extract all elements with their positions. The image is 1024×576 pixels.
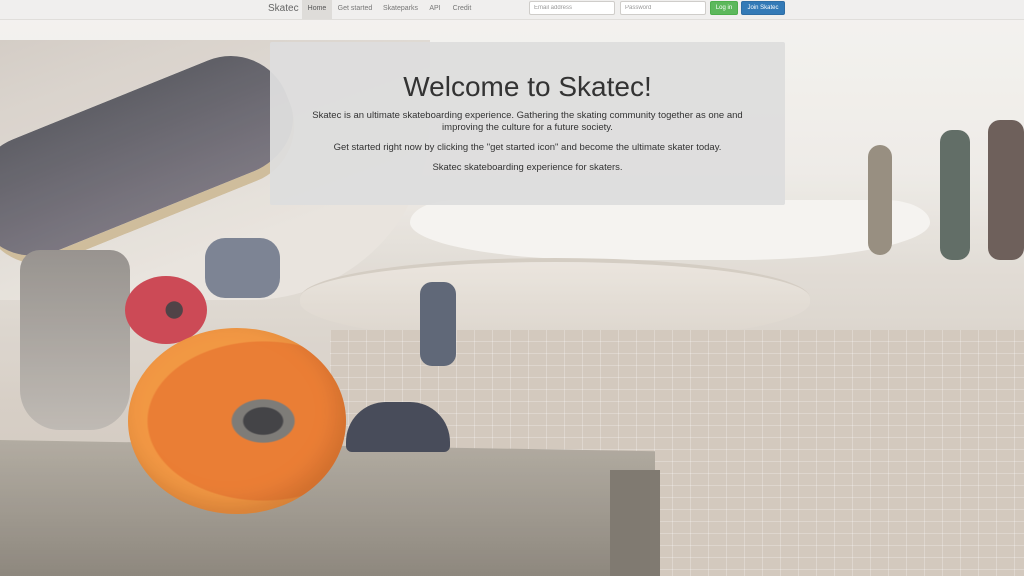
nav-item-skateparks[interactable]: Skateparks [380, 0, 421, 19]
nav-item-get-started[interactable]: Get started [334, 0, 376, 19]
email-field[interactable] [529, 1, 615, 15]
welcome-panel: Welcome to Skatec! Skatec is an ultimate… [270, 42, 785, 205]
join-button[interactable]: Join Skatec [741, 1, 785, 15]
brand-link[interactable]: Skatec [268, 0, 299, 19]
page-title: Welcome to Skatec! [403, 71, 652, 102]
get-started-paragraph: Get started right now by clicking the "g… [333, 142, 722, 153]
login-button[interactable]: Log in [710, 1, 738, 15]
nav-item-credit[interactable]: Credit [449, 0, 475, 19]
nav-item-api[interactable]: API [424, 0, 446, 19]
tagline-paragraph: Skatec skateboarding experience for skat… [432, 162, 623, 173]
password-field[interactable] [620, 1, 706, 15]
intro-paragraph: Skatec is an ultimate skateboarding expe… [312, 110, 743, 133]
nav-item-home[interactable]: Home [302, 0, 332, 19]
top-navbar: Skatec Home Get started Skateparks API C… [0, 0, 1024, 20]
